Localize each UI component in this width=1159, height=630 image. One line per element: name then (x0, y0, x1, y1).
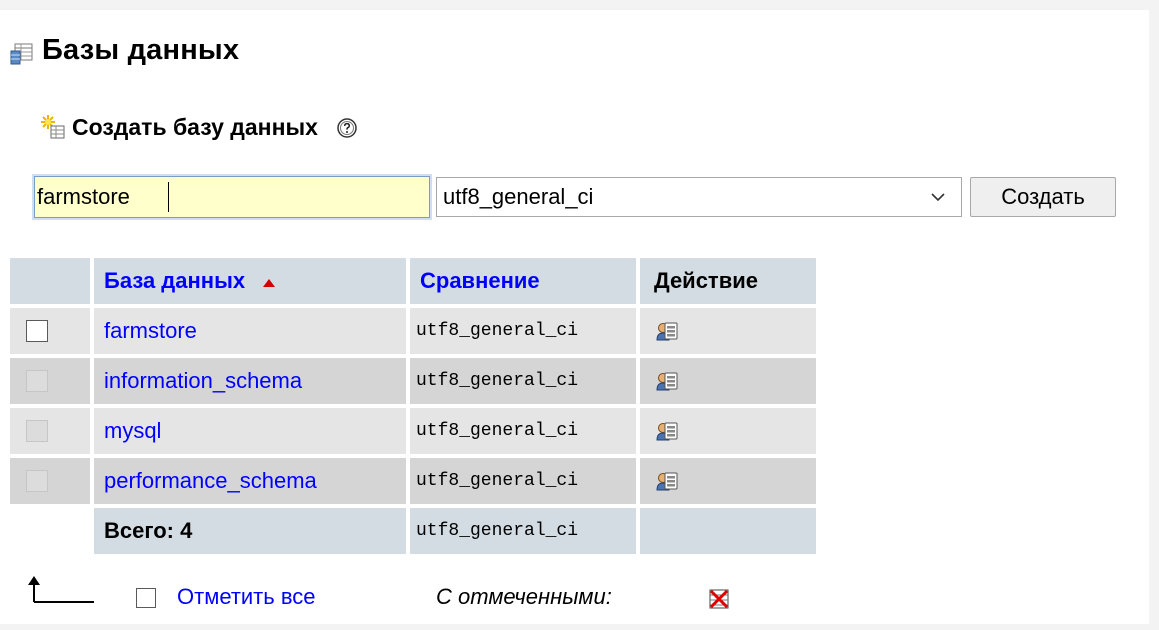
check-all-link[interactable]: Отметить все (177, 584, 316, 610)
row-checkbox-disabled (26, 470, 48, 492)
row-action-cell (640, 408, 816, 454)
text-cursor (168, 182, 169, 212)
row-select-cell (10, 308, 90, 354)
row-checkbox-disabled (26, 370, 48, 392)
page-heading: Базы данных (10, 28, 239, 72)
database-link[interactable]: mysql (94, 418, 161, 443)
check-privileges-icon[interactable] (656, 370, 678, 392)
table-row: farmstore utf8_general_ci (10, 308, 816, 354)
frame-edge (1149, 0, 1159, 630)
row-select-cell (10, 408, 90, 454)
total-action-cell (640, 508, 816, 554)
table-total-row: Всего: 4 utf8_general_ci (10, 508, 816, 554)
chevron-down-icon (931, 193, 945, 202)
with-selected-label: С отмеченными: (436, 584, 612, 609)
header-database[interactable]: База данных (94, 258, 406, 304)
collation-select[interactable]: utf8_general_ci (436, 177, 962, 217)
check-privileges-icon[interactable] (656, 470, 678, 492)
check-privileges-icon[interactable] (656, 420, 678, 442)
frame-edge (0, 0, 1159, 10)
row-action-cell (640, 308, 816, 354)
header-action-label: Действие (654, 268, 758, 293)
row-action-cell (640, 358, 816, 404)
header-action: Действие (640, 258, 816, 304)
header-collation[interactable]: Сравнение (410, 258, 636, 304)
drop-database-icon[interactable] (708, 588, 730, 610)
page-title: Базы данных (42, 33, 240, 66)
database-table: База данных Сравнение Действие farmstore… (6, 254, 820, 558)
row-collation: utf8_general_ci (416, 371, 579, 391)
database-name-input[interactable] (32, 174, 432, 220)
database-list-icon (10, 43, 33, 65)
create-database-label: Создать базу данных (72, 113, 318, 140)
header-collation-label[interactable]: Сравнение (410, 268, 540, 294)
row-collation: utf8_general_ci (416, 471, 579, 491)
database-link[interactable]: farmstore (94, 318, 197, 343)
table-row: performance_schema utf8_general_ci (10, 458, 816, 504)
total-collation: utf8_general_ci (416, 521, 579, 541)
create-database-header: Создать базу данных (40, 110, 358, 144)
header-select-column (10, 258, 90, 304)
total-count: Всего: 4 (104, 518, 193, 543)
row-action-cell (640, 458, 816, 504)
check-all-checkbox[interactable] (136, 588, 156, 608)
row-checkbox-disabled (26, 420, 48, 442)
row-select-cell (10, 458, 90, 504)
row-collation: utf8_general_ci (416, 321, 579, 341)
row-checkbox[interactable] (26, 320, 48, 342)
row-collation: utf8_general_ci (416, 421, 579, 441)
row-select-cell (10, 358, 90, 404)
sort-ascending-icon (263, 279, 276, 287)
database-link[interactable]: information_schema (94, 368, 302, 393)
arrow-up-icon (28, 576, 94, 603)
header-database-label[interactable]: База данных (104, 268, 245, 294)
help-icon[interactable] (336, 117, 358, 139)
table-header-row: База данных Сравнение Действие (10, 258, 816, 304)
table-row: mysql utf8_general_ci (10, 408, 816, 454)
page: Базы данных Создать базу данных utf8_gen… (0, 0, 1159, 630)
table-row: information_schema utf8_general_ci (10, 358, 816, 404)
frame-edge (0, 624, 1159, 630)
create-button[interactable]: Создать (970, 177, 1116, 217)
database-link[interactable]: performance_schema (94, 468, 317, 493)
collation-selected-value: utf8_general_ci (443, 184, 594, 209)
total-blank-cell (10, 508, 90, 554)
check-privileges-icon[interactable] (656, 320, 678, 342)
create-database-icon (41, 115, 65, 139)
